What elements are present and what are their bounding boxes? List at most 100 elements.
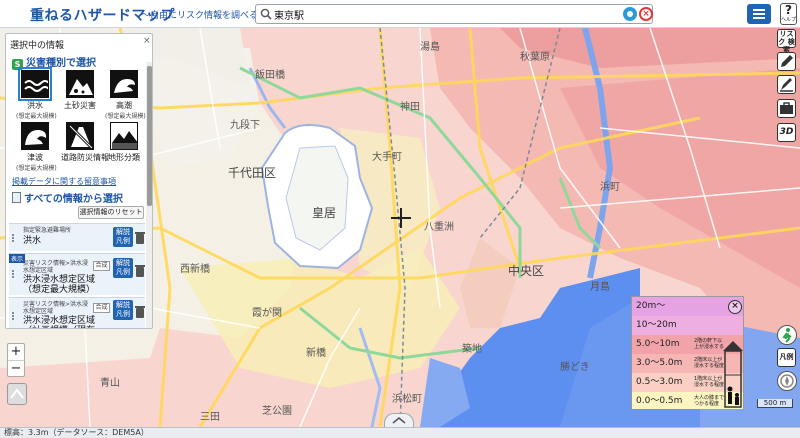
layer-path: 指定緊急避難場所	[23, 227, 72, 234]
map-label-chuo: 中央区	[508, 264, 545, 278]
flood-icon	[18, 67, 52, 101]
bottom-panel-toggle[interactable]	[384, 413, 414, 427]
legend-range: 0.0～0.5m	[636, 396, 683, 406]
map-label-tsukiji: 築地	[462, 344, 482, 355]
trash-icon[interactable]	[135, 232, 145, 244]
storm-surge-icon	[110, 70, 138, 98]
legend-explain-button[interactable]: 解説 凡例	[113, 227, 133, 247]
search-box[interactable]: ×	[255, 4, 653, 24]
zoom-control: + −	[7, 343, 25, 377]
legend-range: 0.5～3.0m	[636, 377, 683, 387]
pencil-icon	[781, 55, 793, 67]
legend-row: 20m～	[632, 297, 743, 316]
legend-caption: 1階床以上が浸水する程度	[694, 376, 725, 388]
map-label-kachidoki: 勝どき	[560, 362, 590, 373]
legend-caption: 大人の膝までつかる程度	[694, 395, 725, 407]
hazard-label: 津波	[27, 153, 43, 162]
map-label-aoyama: 青山	[100, 378, 120, 389]
tools-button[interactable]	[777, 99, 796, 118]
trash-icon[interactable]	[135, 265, 145, 277]
landslide-icon	[66, 70, 94, 98]
scroll-thumb[interactable]	[147, 66, 152, 206]
menu-button[interactable]	[747, 4, 771, 24]
legend-caption: 2階床以上が浸水する程度	[694, 357, 725, 369]
briefcase-icon	[780, 102, 793, 114]
hazard-sub: (想定最大規模)	[16, 165, 57, 172]
elevation-status: 標高：3.3m（データソース：DEM5A）	[0, 427, 800, 438]
map-label-yushima: 湯島	[420, 42, 440, 53]
map-label-nishi: 西新橋	[180, 264, 210, 275]
3d-view-button[interactable]: 3D	[777, 123, 796, 142]
base-layer-switch[interactable]	[7, 383, 27, 405]
hazard-storm-surge-button[interactable]: 高潮 (想定最大規模)	[105, 70, 146, 120]
map-label-kokyo: 皇居	[312, 206, 337, 220]
risk-search-button[interactable]: リスク 検索	[777, 29, 796, 54]
zoom-in-button[interactable]: +	[8, 344, 24, 360]
document-icon	[12, 192, 21, 203]
map-label-shiba: 芝公園	[262, 406, 292, 417]
help-sub: ヘルプ	[781, 17, 797, 23]
hazard-tsunami-button[interactable]: 津波 (想定最大規模)	[16, 122, 57, 172]
clear-search-icon[interactable]: ×	[639, 7, 653, 21]
map-label-chiyoda: 千代田区	[228, 166, 277, 180]
hazard-section-heading[interactable]: S 災害種別で選択	[12, 54, 96, 70]
merge-button[interactable]: 合成	[93, 261, 110, 271]
hazard-label: 高潮	[116, 101, 132, 110]
help-button[interactable]: ? ヘルプ	[780, 3, 797, 25]
layer-item[interactable]: 表示 災害リスク情報>洪水浸 水想定区域 洪水浸水想定区域 （想定最大規模） 合…	[9, 253, 145, 295]
legend-explain-button[interactable]: 解説 凡例	[113, 300, 133, 320]
legend-caption: 2階の軒下以上が浸水する	[694, 338, 725, 350]
data-notice-link[interactable]: 掲載データに関する留意事項	[12, 176, 116, 187]
scale-bar: 500 m	[757, 399, 793, 408]
panel-close-icon[interactable]: ×	[143, 36, 151, 46]
hazard-landslide-button[interactable]: 土砂災害	[61, 70, 99, 111]
selection-panel: 選択中の情報 × S 災害種別で選択 洪水 (想定最大規模) 土砂災害 高潮 (想…	[5, 33, 153, 329]
compass-icon[interactable]	[777, 371, 797, 391]
panel-scrollbar[interactable]	[146, 62, 152, 328]
legend-range: 10～20m	[636, 320, 677, 330]
trash-icon[interactable]	[135, 306, 145, 318]
tsunami-icon	[21, 122, 49, 150]
legend-close-icon[interactable]: ×	[728, 300, 742, 314]
edit-tool-button[interactable]	[777, 75, 796, 94]
legend-range: 5.0～10m	[636, 339, 680, 349]
map-label-kanda: 神田	[400, 102, 420, 113]
map-label-hamacho: 浜町	[600, 182, 620, 193]
hazard-sub: (想定最大規模)	[16, 113, 57, 120]
legend-row: 10～20m	[632, 316, 743, 335]
legend-toggle-button[interactable]: 凡例	[777, 348, 796, 367]
map-label-kasumigaseki: 霞が関	[252, 308, 282, 319]
hazard-flood-button[interactable]: 洪水 (想定最大規模)	[16, 67, 57, 120]
reset-selection-button[interactable]: 選択情報のリセット	[78, 206, 144, 219]
hazard-label: 道路防災情報	[61, 153, 109, 162]
map-label-shinbashi: 新橋	[306, 348, 326, 359]
draw-tool-button[interactable]	[777, 52, 796, 71]
search-input[interactable]	[274, 7, 614, 22]
hazard-landform-button[interactable]: 地形分類	[105, 122, 143, 163]
layers-icon	[10, 388, 24, 399]
drag-handle-icon[interactable]	[12, 234, 18, 242]
map-label-tsukishima: 月島	[590, 282, 610, 293]
walk-icon[interactable]	[777, 325, 797, 345]
map-label-otemachi: 大手町	[372, 152, 402, 163]
legend-explain-button[interactable]: 解説 凡例	[113, 258, 133, 278]
zoom-out-button[interactable]: −	[8, 360, 24, 376]
chevron-up-icon	[392, 417, 406, 424]
drag-handle-icon[interactable]	[12, 312, 18, 320]
layer-item[interactable]: 災害リスク情報>洪水浸 水想定区域 洪水浸水想定区域 （計画規模（現在の 合成 …	[9, 297, 145, 328]
legend-range: 3.0～5.0m	[636, 358, 683, 368]
app-subtitle: ～自由にリスク情報を調べる～	[141, 11, 268, 21]
hazard-road-button[interactable]: 道路防災情報	[61, 122, 109, 163]
drag-handle-icon[interactable]	[12, 270, 18, 278]
layer-name: 洪水浸水想定区域 （計画規模（現在の	[23, 316, 96, 328]
all-info-heading[interactable]: すべての情報から選択	[12, 190, 123, 205]
hazard-label: 地形分類	[108, 153, 140, 162]
layer-name: 洪水	[23, 236, 42, 246]
landform-icon	[110, 122, 138, 150]
map-label-iidabashi: 飯田橋	[255, 70, 285, 81]
search-settings-icon[interactable]	[623, 7, 637, 21]
map-label-akihabara: 秋葉原	[520, 52, 550, 63]
map-center-crosshair	[391, 208, 411, 228]
layer-item[interactable]: 指定緊急避難場所 洪水 解説 凡例	[9, 223, 145, 251]
merge-button[interactable]: 合成	[93, 303, 110, 313]
